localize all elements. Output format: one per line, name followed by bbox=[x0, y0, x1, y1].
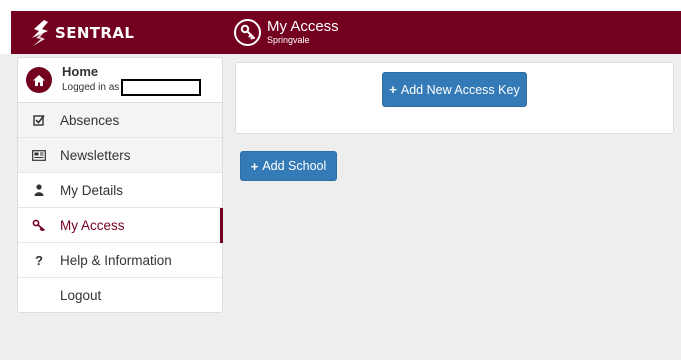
sidebar-item-absences[interactable]: Absences bbox=[18, 103, 222, 138]
brand-logo[interactable]: SENTRAL bbox=[30, 20, 134, 46]
active-indicator bbox=[220, 208, 223, 243]
sidebar-item-logout[interactable]: Logout bbox=[18, 278, 222, 313]
home-title: Home bbox=[62, 63, 99, 79]
sidebar-item-label: Newsletters bbox=[60, 147, 131, 163]
page-header: My Access Springvale bbox=[234, 14, 339, 50]
sentral-logo-icon bbox=[32, 20, 48, 46]
brand-name: SENTRAL bbox=[55, 24, 135, 42]
sidebar-item-my-access[interactable]: My Access bbox=[18, 208, 223, 243]
add-access-key-button[interactable]: + Add New Access Key bbox=[382, 72, 527, 107]
access-key-panel: + Add New Access Key bbox=[235, 62, 674, 134]
question-icon: ? bbox=[35, 252, 43, 268]
checkbox-icon bbox=[18, 114, 60, 126]
sidebar-item-help[interactable]: ? Help & Information bbox=[18, 243, 222, 278]
sidebar: Home Logged in as Absences Newsletters M… bbox=[17, 57, 223, 313]
top-bar: SENTRAL My Access Springvale bbox=[11, 11, 681, 54]
add-school-button[interactable]: + Add School bbox=[240, 151, 337, 181]
user-icon bbox=[18, 184, 60, 196]
home-icon bbox=[26, 67, 52, 93]
key-icon bbox=[18, 219, 60, 231]
sidebar-item-label: My Details bbox=[60, 182, 124, 198]
sidebar-item-my-details[interactable]: My Details bbox=[18, 173, 222, 208]
newspaper-icon bbox=[18, 149, 60, 161]
key-icon bbox=[234, 18, 261, 46]
sidebar-item-label: Absences bbox=[60, 112, 120, 128]
page-subtitle: Springvale bbox=[267, 35, 310, 45]
add-access-key-label: Add New Access Key bbox=[400, 82, 520, 97]
sidebar-item-label: Help & Information bbox=[60, 252, 172, 268]
plus-icon: + bbox=[250, 158, 259, 174]
add-school-label: Add School bbox=[262, 159, 327, 173]
logged-in-label: Logged in as bbox=[62, 81, 120, 93]
redacted-username bbox=[121, 78, 202, 96]
sidebar-item-label: Logout bbox=[60, 288, 102, 303]
logged-in-as: Logged in as bbox=[62, 78, 202, 96]
plus-icon: + bbox=[389, 82, 397, 97]
sidebar-item-newsletters[interactable]: Newsletters bbox=[18, 138, 222, 173]
sidebar-item-label: My Access bbox=[60, 217, 125, 233]
page-title: My Access bbox=[267, 18, 339, 35]
sidebar-home[interactable]: Home Logged in as bbox=[18, 58, 222, 103]
